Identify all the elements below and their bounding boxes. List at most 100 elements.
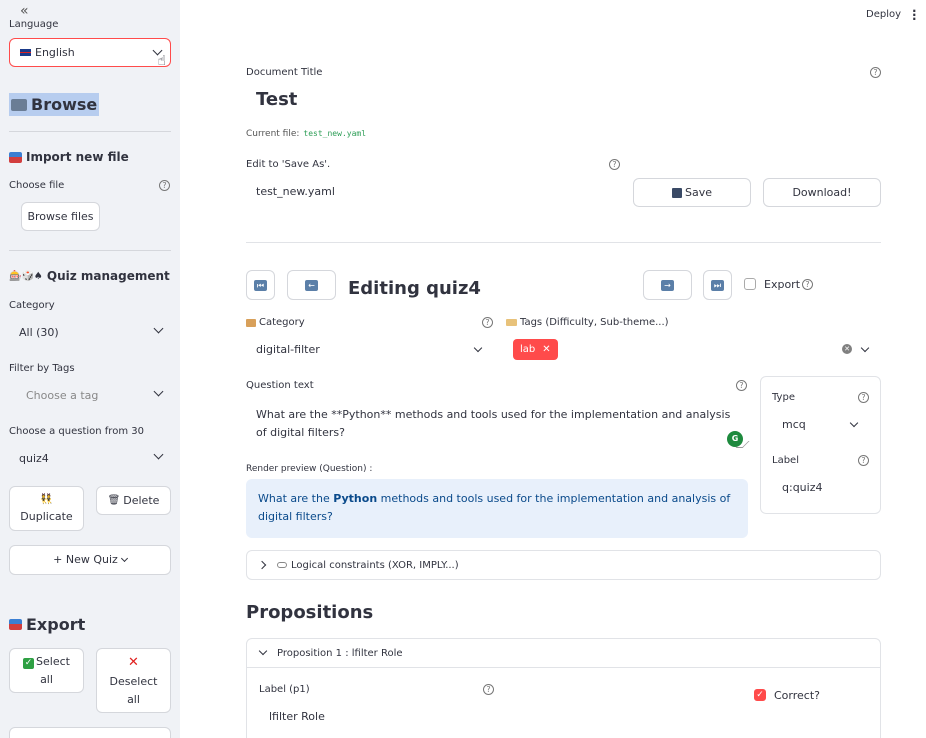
tag-chip-label: lab: [520, 344, 536, 355]
current-file-name: test_new.yaml: [303, 129, 367, 138]
outbox-tray-icon: [9, 619, 22, 630]
export-button-partial[interactable]: [9, 727, 171, 738]
deploy-button[interactable]: Deploy: [866, 9, 901, 20]
export-checkbox[interactable]: [744, 278, 756, 290]
last-question-button[interactable]: ⏭: [703, 270, 732, 300]
label-tag-icon: [506, 319, 517, 326]
save-as-label: Edit to 'Save As'.: [246, 159, 331, 170]
chevron-down-icon: [153, 323, 164, 334]
question-label: Choose a question from 30: [9, 426, 144, 437]
deselect-line1: Deselect: [109, 675, 158, 689]
new-quiz-label: + New Quiz: [53, 553, 118, 567]
help-icon[interactable]: ?: [858, 455, 869, 466]
browse-title-text: Browse: [31, 95, 98, 114]
language-value: English: [35, 46, 75, 59]
type-label: Type: [772, 392, 795, 403]
help-icon[interactable]: ?: [736, 380, 747, 391]
rewind-icon: ⏮: [254, 279, 267, 291]
document-title-label: Document Title: [246, 67, 323, 78]
proposition-1-header[interactable]: Proposition 1 : lfilter Role: [247, 639, 880, 668]
deselect-line2: all: [127, 692, 140, 706]
folder-icon: [11, 98, 27, 111]
correct-checkbox[interactable]: ✓: [754, 689, 766, 701]
link-icon: [277, 562, 287, 568]
help-icon[interactable]: ?: [609, 159, 620, 170]
clear-tags-icon[interactable]: ✕: [842, 344, 852, 354]
category-label: Category: [259, 317, 305, 328]
proposition-1-header-text: Proposition 1 : lfilter Role: [277, 647, 403, 659]
label-label: Label: [772, 455, 799, 466]
chevron-down-icon: [849, 418, 859, 428]
document-title-input[interactable]: Test: [256, 89, 297, 110]
type-select[interactable]: mcq: [782, 418, 806, 431]
logical-constraints-expander[interactable]: Logical constraints (XOR, IMPLY...): [246, 550, 881, 580]
category-select[interactable]: All (30): [9, 317, 171, 347]
tag-chip-lab[interactable]: lab ✕: [513, 339, 558, 360]
language-select[interactable]: English ☝: [9, 38, 171, 69]
select-all-button[interactable]: ✓ Select all: [9, 648, 84, 693]
help-icon[interactable]: ?: [483, 684, 494, 695]
preview-text-bold: Python: [333, 492, 378, 505]
card-index-icon: [246, 318, 256, 327]
filter-tags-select[interactable]: Choose a tag: [9, 380, 171, 410]
collapse-sidebar-icon[interactable]: «: [20, 3, 28, 19]
quiz-management-heading-text: Quiz management: [46, 269, 170, 283]
right-arrow-icon: →: [661, 279, 674, 291]
chevron-down-icon: [153, 449, 164, 460]
category-label-row: Category: [246, 317, 305, 328]
fast-forward-icon: ⏭: [711, 279, 724, 291]
proposition-1-label-label: Label (p1): [259, 684, 310, 695]
render-preview-label: Render preview (Question) :: [246, 464, 373, 474]
next-question-button[interactable]: →: [643, 270, 692, 300]
new-quiz-button[interactable]: + New Quiz: [9, 545, 171, 575]
save-button[interactable]: Save: [633, 178, 751, 207]
remove-tag-icon[interactable]: ✕: [542, 344, 550, 355]
category-select[interactable]: digital-filter: [256, 343, 320, 356]
main-menu-icon[interactable]: · · ·: [912, 5, 917, 25]
correct-label: Correct?: [774, 689, 820, 702]
category-value: All (30): [19, 325, 59, 339]
dancers-icon: 👯: [40, 493, 53, 505]
render-preview: What are the Python methods and tools us…: [246, 479, 748, 538]
browse-files-button[interactable]: Browse files: [21, 202, 100, 231]
import-heading: Import new file: [9, 150, 129, 164]
deselect-all-button[interactable]: ✕ Deselect all: [96, 648, 171, 713]
help-icon[interactable]: ?: [159, 180, 170, 191]
help-icon[interactable]: ?: [802, 279, 813, 290]
export-heading-text: Export: [26, 615, 86, 634]
save-as-input[interactable]: test_new.yaml: [256, 185, 335, 198]
chevron-down-icon[interactable]: [860, 343, 870, 353]
select-all-line1: Select: [36, 654, 70, 668]
choose-file-label: Choose file: [9, 180, 65, 191]
proposition-1-label-input[interactable]: lfilter Role: [269, 710, 325, 723]
quiz-management-heading: 🎰🎲♠ Quiz management: [9, 269, 170, 283]
category-label: Category: [9, 300, 55, 311]
trash-icon: 🗑: [107, 494, 121, 506]
download-button[interactable]: Download!: [763, 178, 881, 207]
preview-text-before: What are the: [258, 492, 334, 505]
question-text-area[interactable]: What are the **Python** methods and tool…: [256, 406, 736, 441]
chevron-down-icon: [120, 554, 128, 563]
export-heading: Export: [9, 615, 85, 634]
divider: [9, 250, 171, 251]
delete-button[interactable]: 🗑 Delete: [96, 486, 171, 515]
check-mark-icon: ✓: [23, 657, 35, 669]
chevron-down-icon: [258, 646, 268, 656]
help-icon[interactable]: ?: [482, 317, 493, 328]
divider: [9, 131, 171, 132]
browse-title: Browse: [9, 93, 100, 116]
label-input[interactable]: q:quiz4: [782, 481, 822, 494]
language-label: Language: [9, 19, 59, 30]
previous-question-button[interactable]: ←: [287, 270, 336, 300]
help-icon[interactable]: ?: [858, 392, 869, 403]
type-label-panel: Type ? mcq Label ? q:quiz4: [760, 376, 881, 514]
help-icon[interactable]: ?: [870, 67, 881, 78]
first-question-button[interactable]: ⏮: [246, 270, 275, 300]
uk-flag-icon: [20, 49, 31, 56]
question-select[interactable]: quiz4: [9, 443, 171, 473]
cross-mark-icon: ✕: [128, 654, 139, 670]
tags-label: Tags (Difficulty, Sub-theme...): [520, 317, 669, 328]
chevron-right-icon: [257, 560, 267, 570]
proposition-1-expander: Proposition 1 : lfilter Role Label (p1) …: [246, 638, 881, 738]
duplicate-button[interactable]: 👯 Duplicate: [9, 486, 84, 531]
